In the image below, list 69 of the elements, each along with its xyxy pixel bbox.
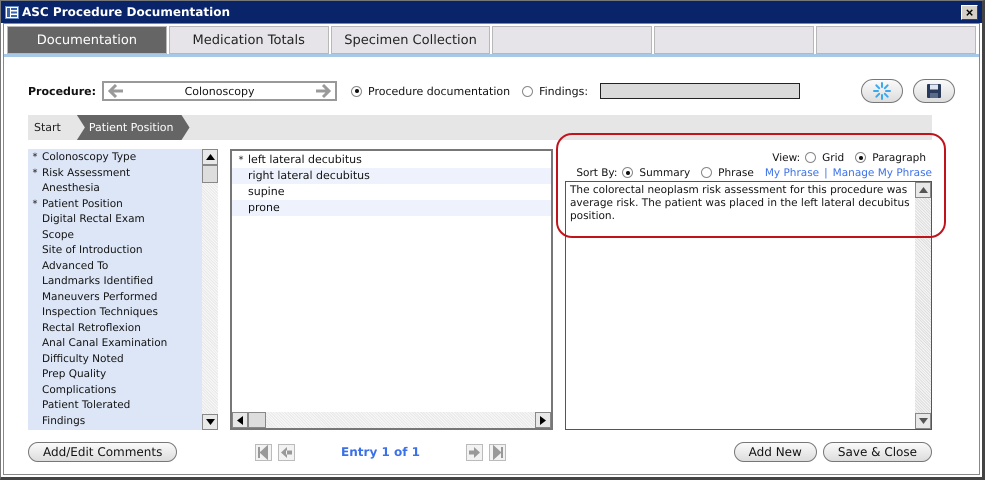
findings-field[interactable] [600, 83, 800, 99]
section-item[interactable]: Anal Canal Examination [28, 336, 202, 352]
section-item[interactable]: Scope [28, 228, 202, 243]
right-arrow-icon[interactable] [540, 416, 546, 424]
section-item[interactable]: Patient Tolerated [28, 398, 202, 414]
tab[interactable]: Specimen Collection [330, 26, 490, 54]
scrollbar[interactable] [232, 412, 551, 428]
section-item[interactable]: Difficulty Noted [28, 352, 202, 367]
save-button[interactable] [913, 79, 955, 103]
section-item[interactable]: * Patient Position [28, 196, 202, 212]
tab[interactable]: Documentation [7, 26, 167, 54]
section-item[interactable]: Maneuvers Performed [28, 290, 202, 305]
radio-option[interactable]: Findings: [522, 84, 588, 98]
spinner-icon [873, 82, 891, 100]
add-comments-button[interactable]: Add/Edit Comments [28, 442, 178, 462]
first-page-icon[interactable] [255, 444, 272, 460]
option-item[interactable]: prone [232, 200, 551, 216]
my-phrase-link[interactable]: My Phrase [764, 166, 820, 178]
scroll-thumb[interactable] [248, 412, 266, 428]
radio-option[interactable]: Paragraph [855, 152, 926, 164]
section-item[interactable]: Prep Quality [28, 367, 202, 382]
section-item[interactable]: Complications [28, 382, 202, 398]
up-arrow-icon[interactable] [918, 187, 928, 193]
down-arrow-icon[interactable] [206, 419, 214, 425]
link-separator: | [824, 166, 828, 178]
sort-label: Sort By: [576, 166, 618, 178]
next-page-icon[interactable] [466, 444, 483, 460]
paragraph-text: The colorectal neoplasm risk assessment for this procedure was average risk. The patient was placed in the left lateral decubitus position. [569, 183, 911, 224]
section-item[interactable]: Landmarks Identified [28, 274, 202, 290]
scroll-thumb[interactable] [202, 165, 218, 183]
option-item[interactable]: right lateral decubitus [232, 168, 551, 184]
radio-option[interactable]: Grid [805, 152, 844, 164]
refresh-button[interactable] [861, 79, 903, 103]
section-item[interactable]: Site of Introduction [28, 243, 202, 258]
procedure-selector[interactable]: Colonoscopy [102, 81, 338, 101]
add-new-button[interactable]: Add New [734, 442, 817, 462]
save-close-button[interactable]: Save & Close [822, 442, 932, 462]
scrollbar[interactable] [915, 182, 931, 429]
section-item[interactable]: Rectal Retroflexion [28, 320, 202, 336]
section-item[interactable]: Digital Rectal Exam [28, 212, 202, 228]
window-title: ASC Procedure Documentation [22, 5, 232, 19]
section-item[interactable]: Inspection Techniques [28, 305, 202, 320]
option-item[interactable]: * left lateral decubitus [232, 152, 551, 168]
section-item[interactable]: Anesthesia [28, 181, 202, 196]
section-item[interactable]: * Risk Assessment [28, 166, 202, 181]
radio-option[interactable]: Phrase [701, 166, 754, 178]
right-arrow-icon [315, 84, 332, 98]
tab[interactable]: Medication Totals [168, 26, 329, 54]
breadcrumb-step[interactable]: Patient Position [76, 115, 190, 140]
manage-phrase-link[interactable]: Manage My Phrase [832, 166, 932, 178]
radio-option[interactable]: Summary [622, 166, 690, 178]
down-arrow-icon[interactable] [918, 418, 928, 424]
option-item[interactable]: supine [232, 184, 551, 200]
entry-counter: Entry 1 of 1 [341, 445, 420, 459]
up-arrow-icon[interactable] [206, 154, 214, 160]
radio-option[interactable]: Procedure documentation [351, 84, 510, 98]
scrollbar[interactable] [202, 149, 218, 430]
section-item[interactable]: Advanced To [28, 258, 202, 274]
left-arrow-icon[interactable] [237, 416, 243, 424]
previous-page-icon[interactable] [278, 444, 296, 460]
section-item[interactable]: * Colonoscopy Type [28, 150, 202, 166]
left-arrow-icon [108, 84, 124, 98]
view-label: View: [772, 152, 800, 164]
procedure-label: Procedure: [28, 84, 96, 98]
close-button[interactable]: × [961, 4, 978, 20]
last-page-icon[interactable] [488, 444, 506, 460]
paragraph-box[interactable]: The colorectal neoplasm risk assessment for this procedure was average risk. The patient was placed in the left lateral decubitus position. [565, 181, 932, 430]
app-icon [5, 6, 19, 18]
section-item[interactable]: Findings [28, 414, 202, 429]
